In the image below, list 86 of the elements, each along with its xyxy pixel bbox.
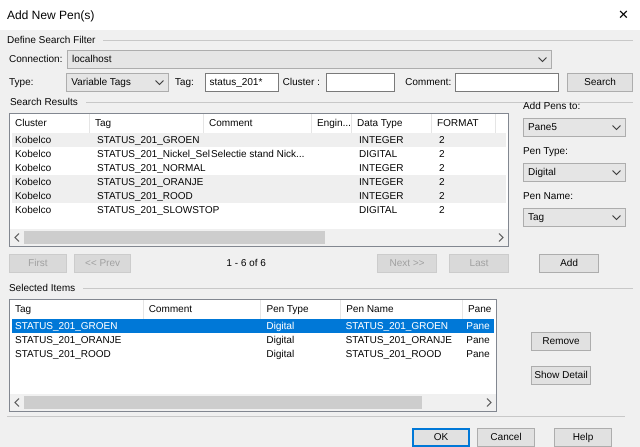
page-info: 1 - 6 of 6 <box>226 257 267 271</box>
table-cell-text: Pane <box>466 320 490 334</box>
selected-row[interactable]: STATUS_201_ORANJE Digital STATUS_201_ORANJE Pane <box>12 333 494 347</box>
table-cell-text: Pane <box>466 348 490 362</box>
scroll-thumb[interactable] <box>24 231 325 244</box>
table-cell-text: Selectie stand Nick... <box>211 148 304 162</box>
table-cell-text: DIGITAL <box>359 148 398 162</box>
chevron-down-icon <box>538 56 547 62</box>
dropdown[interactable]: Digital <box>523 163 626 182</box>
dropdown[interactable]: Variable Tags <box>66 73 169 92</box>
button[interactable]: Search <box>567 73 633 92</box>
button[interactable]: Add <box>539 254 599 273</box>
dropdown[interactable]: localhost <box>67 50 552 69</box>
button[interactable]: Show Detail <box>531 366 591 385</box>
comment-field[interactable] <box>455 73 559 92</box>
section-title: Selected Items <box>9 282 76 296</box>
tag-field[interactable]: status_201* <box>204 73 279 92</box>
table-cell-text: 2 <box>439 176 445 190</box>
table-cell-text: STATUS_201_ORANJE <box>346 334 452 348</box>
result-row[interactable]: Kobelco STATUS_201_ROOD INTEGER 2 <box>12 189 506 203</box>
table-cell-text: 2 <box>439 190 445 204</box>
dropdown[interactable]: Pane5 <box>523 118 626 137</box>
field-label: Add Pens to: <box>523 100 582 114</box>
scroll-left-icon[interactable] <box>14 398 20 407</box>
chevron-down-icon <box>612 214 621 220</box>
table-cell-text: Kobelco <box>15 148 52 162</box>
table-cell-text: 2 <box>439 204 445 218</box>
table-cell-text: Kobelco <box>15 190 52 204</box>
scroll-left-icon[interactable] <box>14 233 20 242</box>
table-cell-text: DIGITAL <box>359 204 398 218</box>
button[interactable]: OK <box>412 428 470 447</box>
chevron-down-icon <box>612 170 621 176</box>
table-cell-text: STATUS_201_SLOWSTOP <box>97 204 220 218</box>
table-cell-text: INTEGER <box>359 162 404 176</box>
section-title: Define Search Filter <box>7 34 96 48</box>
table-cell-text: INTEGER <box>359 190 404 204</box>
table-cell-text: STATUS_201_Nickel_Sel <box>97 148 210 162</box>
section-title: Search Results <box>10 96 78 110</box>
result-row[interactable]: Kobelco STATUS_201_ORANJE INTEGER 2 <box>12 175 506 189</box>
field-label: Pen Type: <box>523 145 569 159</box>
chevron-down-icon <box>154 80 164 86</box>
selected-row[interactable]: STATUS_201_ROOD Digital STATUS_201_ROOD Pane <box>12 347 494 361</box>
table-cell-text: STATUS_201_ROOD <box>97 190 193 204</box>
field-label: Connection: <box>9 53 64 67</box>
table-cell-text: STATUS_201_ORANJE <box>97 176 204 190</box>
scroll-thumb[interactable] <box>24 396 422 409</box>
table-cell-text: STATUS_201_GROEN <box>97 134 200 148</box>
column-header[interactable]: Pane <box>463 300 496 319</box>
table-cell-text: Kobelco <box>15 162 52 176</box>
table-cell-text: Digital <box>266 320 294 334</box>
result-row[interactable]: Kobelco STATUS_201_GROEN INTEGER 2 <box>12 133 506 147</box>
selected-row[interactable]: STATUS_201_GROEN Digital STATUS_201_GROEN Pane <box>12 319 494 333</box>
table-cell-text: STATUS_201_GROEN <box>346 320 448 334</box>
chevron-down-icon <box>612 124 621 130</box>
table-cell-text: STATUS_201_ORANJE <box>15 334 122 348</box>
scroll-right-icon[interactable] <box>498 233 504 242</box>
field-label: Cluster : <box>282 76 321 90</box>
button[interactable]: Cancel <box>477 428 535 447</box>
table-cell-text: Pane <box>466 334 490 348</box>
table-cell-text: INTEGER <box>359 134 404 148</box>
table-cell-text: 2 <box>439 134 445 148</box>
button[interactable]: Remove <box>531 332 591 351</box>
table-cell-text: INTEGER <box>359 176 404 190</box>
cluster-field[interactable] <box>326 73 396 92</box>
scroll-right-icon[interactable] <box>486 398 492 407</box>
close-button[interactable]: ✕ <box>614 5 633 25</box>
table-cell-text: STATUS_201_GROEN <box>15 320 118 334</box>
table-cell-text: 2 <box>439 148 445 162</box>
table-cell-text: Digital <box>266 348 294 362</box>
table-cell-text: Kobelco <box>15 176 52 190</box>
field-label: Tag: <box>174 76 195 90</box>
table-cell-text: Digital <box>266 334 294 348</box>
horizontal-scrollbar[interactable] <box>10 394 496 411</box>
field-label: Pen Name: <box>523 190 574 204</box>
table-cell-text: STATUS_201_NORMAL <box>97 162 206 176</box>
window-title: Add New Pen(s) <box>7 7 94 24</box>
table-cell-text: Kobelco <box>15 134 52 148</box>
horizontal-scrollbar[interactable] <box>10 229 508 246</box>
table-cell-text: STATUS_201_ROOD <box>15 348 111 362</box>
table-cell-text: 2 <box>439 162 445 176</box>
field-label: Type: <box>9 76 34 90</box>
dropdown[interactable]: Tag <box>523 208 626 227</box>
button[interactable]: Help <box>554 428 612 447</box>
table-cell-text: STATUS_201_ROOD <box>346 348 442 362</box>
field-label: Comment: <box>405 76 452 90</box>
table-cell-text: Kobelco <box>15 204 52 218</box>
